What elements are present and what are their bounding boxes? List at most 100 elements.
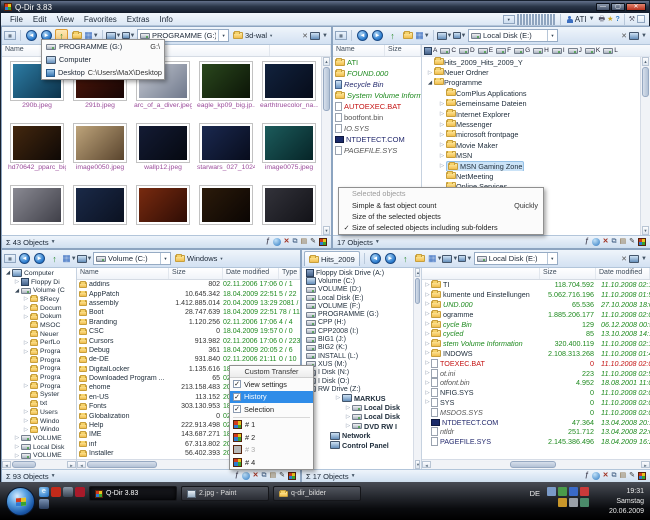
dropdown-item[interactable]: Computer — [42, 53, 164, 66]
show-desktop-icon[interactable] — [63, 487, 73, 497]
layout-preset-button[interactable] — [531, 13, 534, 25]
checkbox-icon[interactable]: ✓ — [233, 380, 241, 389]
tree-item[interactable]: ▷ Windo — [2, 417, 76, 426]
tree-item[interactable]: ▷ Local Disk — [302, 403, 413, 412]
up-button[interactable]: ↑ — [386, 29, 399, 42]
layout-preset-button[interactable] — [522, 13, 525, 25]
tree-item[interactable]: ◢ Programme — [422, 77, 641, 88]
expander-icon[interactable]: ▷ — [426, 70, 434, 76]
drive-combo[interactable]: Volume (C:) ▼ — [93, 252, 171, 265]
thumbnail[interactable]: starwars_027_1024... — [197, 123, 255, 177]
maximize-button[interactable]: ▢ — [611, 3, 625, 11]
paste-icon[interactable]: ▤ — [620, 471, 627, 481]
qdir-icon[interactable] — [638, 472, 646, 480]
window-layout-icon[interactable] — [637, 15, 645, 23]
network-button[interactable]: ▼ — [458, 252, 472, 265]
tree-item[interactable]: ▷ DVD RW I — [302, 422, 413, 431]
drive-item[interactable]: Floppy Disk Drive (A:) — [302, 269, 413, 278]
file-row[interactable]: Recycle Bin — [333, 79, 421, 90]
globe-icon[interactable] — [591, 472, 600, 480]
drive-item[interactable]: I Disk (O:) — [302, 377, 413, 385]
tree-item[interactable]: Syster — [2, 390, 76, 400]
table-row[interactable]: ▷ NFIG.SYS 0 11.10.2008 02:05 — [422, 388, 650, 398]
messenger-icon[interactable] — [558, 498, 567, 507]
checkbox-icon[interactable]: ✓ — [233, 405, 241, 414]
thumbnail[interactable]: image0050.jpeg — [71, 123, 129, 177]
tree-item[interactable]: ▷ Neuer Ordner — [422, 67, 641, 77]
table-row[interactable]: ▷ TOEXEC.BAT 0 11.10.2008 02:05 — [422, 358, 650, 368]
thumbnail[interactable]: wallp12.jpeg — [134, 123, 192, 177]
folder-tab[interactable]: Hits_2009 — [304, 251, 360, 266]
drive-item[interactable]: RW Drive (Z:) — [302, 385, 413, 393]
menu-file[interactable]: File — [5, 15, 28, 24]
layout-preset-button[interactable] — [546, 13, 549, 25]
menu-item[interactable]: # 3 — [230, 444, 313, 457]
tree-item[interactable]: ▷ Progra — [2, 347, 76, 356]
menu-item[interactable]: # 2 — [230, 431, 313, 444]
switch-windows-icon[interactable] — [39, 499, 49, 509]
thumbnail[interactable] — [197, 185, 255, 235]
help-icon[interactable]: ? — [615, 15, 619, 24]
globe-icon[interactable] — [241, 472, 250, 480]
expander-icon[interactable]: ▷ — [22, 349, 30, 355]
tree-item[interactable]: Control Panel — [302, 440, 413, 450]
tree-item[interactable]: ▷ Windo — [2, 425, 76, 434]
qdir-icon[interactable] — [319, 238, 327, 246]
menu-info[interactable]: Info — [154, 15, 177, 24]
dropdown-item[interactable]: PROGRAMME (G:) G:\ — [42, 40, 164, 53]
drive-letter-J[interactable]: J — [567, 47, 582, 54]
tree-item[interactable]: ▷ Gemeinsame Dateien — [422, 98, 641, 109]
safely-remove-icon[interactable] — [580, 498, 589, 507]
tree-item[interactable]: ▷ MSN — [422, 150, 641, 161]
table-row[interactable]: Boot 28.747.639 18.04.2009 22:51 78 / 11 — [77, 308, 300, 317]
filter-icon[interactable]: ƒ — [585, 471, 589, 481]
file-row[interactable]: AUTOEXEC.BAT — [333, 101, 421, 112]
tree-item[interactable]: Network — [302, 431, 413, 440]
drive-item[interactable]: CPP (H:) — [302, 319, 413, 327]
views-button[interactable]: ▦ ▼ — [62, 252, 76, 265]
expander-icon[interactable]: ◢ — [426, 80, 434, 86]
layout-preset-button[interactable] — [540, 13, 543, 25]
drive-item[interactable]: INSTALL (L:) — [302, 352, 413, 360]
table-row[interactable]: de-DE 931.840 02.11.2006 21:11 0 / 10 — [77, 355, 300, 364]
expander-icon[interactable]: ▷ — [424, 350, 431, 356]
expander-icon[interactable]: ▷ — [22, 296, 30, 302]
filter-icon[interactable]: ƒ — [235, 471, 239, 481]
volume-icon[interactable] — [569, 498, 578, 507]
layout-preset-button[interactable] — [549, 13, 552, 25]
thumbnail[interactable] — [260, 185, 318, 235]
computer-button[interactable]: ▼ — [442, 252, 458, 265]
dropdown-item[interactable]: Desktop C:\Users\MaX\Desktop — [42, 66, 164, 79]
layout-preset-button[interactable] — [537, 13, 540, 25]
expander-icon[interactable]: ▷ — [424, 370, 431, 376]
expander-icon[interactable]: ▷ — [22, 409, 30, 415]
drive-letter-L[interactable]: L — [603, 47, 618, 54]
tree-item[interactable]: ▷ microsoft frontpage — [422, 129, 641, 140]
pane-menu-icon[interactable]: ▦ — [335, 31, 347, 40]
table-row[interactable]: Cursors 913.982 02.11.2006 17:06 0 / 223 — [77, 336, 300, 345]
computer-button[interactable]: ▼ — [76, 252, 92, 265]
language-indicator[interactable]: DE — [530, 487, 540, 498]
tree-item[interactable]: ▷ $Recy — [2, 295, 76, 304]
expander-icon[interactable]: ▷ — [438, 153, 446, 159]
globe-icon[interactable] — [272, 238, 281, 246]
paste-icon[interactable]: ▤ — [620, 237, 627, 247]
qdir-icon[interactable] — [638, 238, 646, 246]
pane2-column-header[interactable]: Name Size — [333, 45, 421, 57]
menu-item[interactable]: ✓ Size of selected objects including sub-… — [339, 222, 543, 233]
drive-item[interactable]: CPP2008 (I:) — [302, 327, 413, 335]
drive-letter-G[interactable]: G — [514, 47, 530, 54]
task-button[interactable]: Q-Dir 3.83 — [89, 486, 177, 501]
tree-item[interactable]: ▷ Users — [2, 408, 76, 417]
expander-icon[interactable]: ▷ — [424, 311, 431, 317]
edit-icon[interactable]: ✎ — [629, 471, 635, 481]
tree-item[interactable]: ▷ VOLUME — [2, 434, 76, 443]
drive-letter-C[interactable]: C — [440, 47, 456, 54]
table-row[interactable]: ▷ cycled 85 13.10.2008 14:17 — [422, 329, 650, 339]
pane1-vscrollbar[interactable]: ▲ ▼ — [321, 57, 331, 235]
copy-icon[interactable]: ⧉ — [612, 237, 617, 247]
copy-icon[interactable]: ⧉ — [293, 237, 298, 247]
file-row[interactable]: NTDETECT.COM — [333, 134, 421, 145]
menu-edit[interactable]: Edit — [28, 15, 52, 24]
cut-icon[interactable]: ✕ — [603, 237, 609, 247]
